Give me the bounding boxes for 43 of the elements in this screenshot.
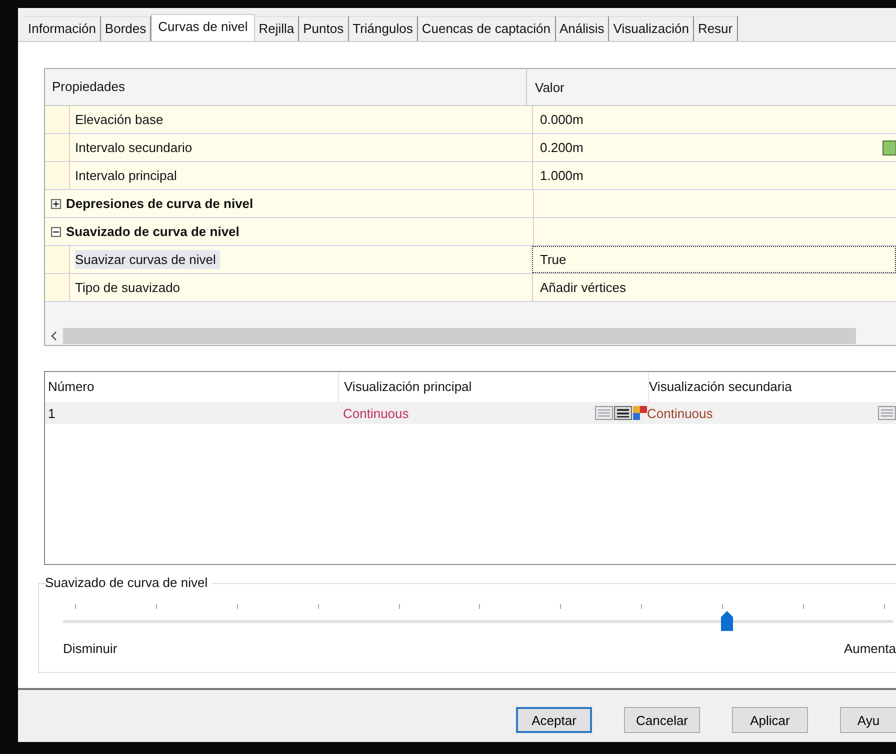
lineweight-icon[interactable] [614,406,632,420]
property-value[interactable]: 0.200m [540,140,584,155]
color-grid-icon[interactable] [633,406,647,420]
tab[interactable]: Cuencas de captación [418,16,556,41]
property-value[interactable]: 1.000m [540,168,584,183]
tab[interactable]: Información [24,16,101,41]
dialog-button[interactable]: Ayu [840,707,896,733]
dialog-button[interactable]: Cancelar [624,707,700,733]
slider-max-label: Aumenta [844,641,896,656]
property-value[interactable]: True [540,252,566,267]
dialog-button[interactable]: Aplicar [732,707,808,733]
property-value[interactable]: Añadir vértices [540,280,626,295]
column-header: Visualización secundaria [649,378,793,396]
column-header: Valor [534,80,564,94]
property-name[interactable]: Elevación base [75,110,168,129]
category-label[interactable]: Depresiones de curva de nivel [66,196,254,211]
tab[interactable]: Análisis [556,16,610,41]
property-name[interactable]: Intervalo secundario [75,138,196,157]
tab[interactable]: Puntos [299,16,349,41]
category-label[interactable]: Suavizado de curva de nivel [66,224,240,239]
group-title: Suavizado de curva de nivel [45,575,212,590]
scrollbar-thumb[interactable] [63,328,856,344]
value-picker-button[interactable] [882,140,896,156]
linetype-text[interactable]: Continuous [343,406,594,420]
scroll-left-icon[interactable] [50,331,58,341]
tab[interactable]: Rejilla [254,16,300,41]
table-cell-text: 1 [47,406,56,420]
linetype-text[interactable]: Continuous [647,406,877,420]
tab[interactable]: Resur [694,16,738,41]
slider-min-label: Disminuir [63,641,118,656]
dialog-button[interactable]: Aceptar [516,707,592,733]
tab[interactable]: Bordes [100,16,152,41]
expander-icon[interactable] [51,198,61,208]
expander-icon[interactable] [51,226,61,236]
tab[interactable]: Curvas de nivel [151,14,255,41]
property-name[interactable]: Intervalo principal [75,166,181,185]
column-header: Propiedades [45,69,527,105]
tab[interactable]: Triángulos [348,16,418,41]
property-name[interactable]: Suavizar curvas de nivel [75,250,220,269]
tab[interactable]: Visualización [609,16,694,41]
slider-thumb[interactable] [721,611,733,631]
property-name[interactable]: Tipo de suavizado [75,278,184,297]
property-value[interactable]: 0.000m [540,112,584,127]
